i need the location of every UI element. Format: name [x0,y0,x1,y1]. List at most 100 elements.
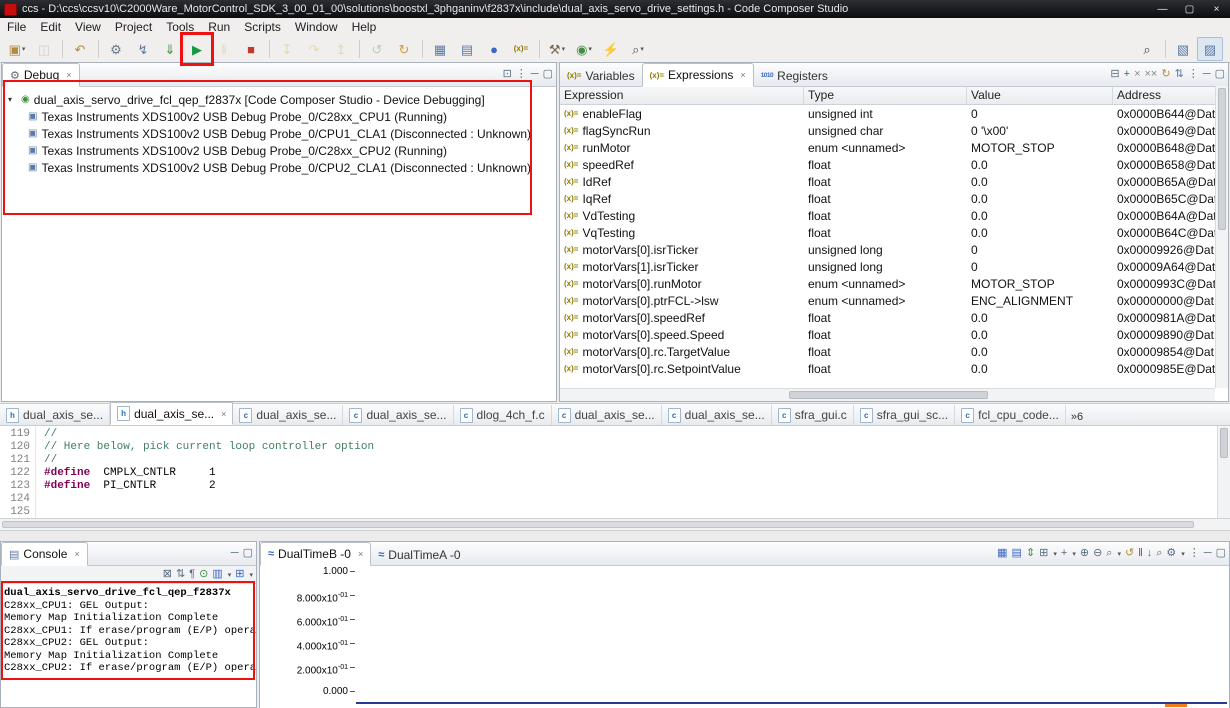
tab-expressions[interactable]: (x)= Expressions × [641,63,754,87]
editor-tab-fcl-cpu-code[interactable]: c fcl_cpu_code... [955,405,1066,425]
registers-button[interactable]: ▤ [454,37,480,61]
dropdown-caret-icon[interactable]: ▾ [1181,550,1185,558]
open-console-icon[interactable]: ⊞ [235,569,244,580]
word-wrap-icon[interactable]: ¶ [189,569,195,580]
tab-dualtimea-0[interactable]: ≈ DualTimeA -0 [371,544,467,565]
watch-button[interactable]: (x)= [508,37,534,61]
debug-tree-node[interactable]: ▣ Texas Instruments XDS100v2 USB Debug Pr… [2,142,556,159]
show-type-names-icon[interactable]: ⊟ [1110,69,1119,80]
resume-button[interactable]: ▶ [184,37,210,61]
scrollbar-thumb[interactable] [1220,428,1228,458]
editor-tab-dual-axis-se[interactable]: h dual_axis_se... × [110,402,234,425]
expression-row[interactable]: (x)= IdRef float 0.0 0x0000B65A@Dat [560,173,1228,190]
minimize-icon[interactable]: ─ [531,69,539,80]
close-icon[interactable]: × [740,70,745,80]
close-icon[interactable]: × [358,549,363,559]
breakpoints-button[interactable]: ● [481,37,507,61]
display-selected-console-icon[interactable]: ▥ [212,569,222,580]
undo-button[interactable]: ↶ [67,37,93,61]
dropdown-caret-icon[interactable]: ▾ [1053,550,1057,558]
expression-row[interactable]: (x)= speedRef float 0.0 0x0000B658@Dat [560,156,1228,173]
clear-console-icon[interactable]: ⊠ [163,569,172,580]
dropdown-caret-icon[interactable]: ▾ [1117,550,1121,558]
view-menu-icon[interactable]: ⋮ [516,69,527,80]
menu-edit[interactable]: Edit [33,20,68,34]
terminate-button[interactable]: ■ [238,37,264,61]
new-button[interactable]: ▣ ▾ [4,37,30,61]
column-header-expression[interactable]: Expression [560,87,804,104]
expression-row[interactable]: (x)= VqTesting float 0.0 0x0000B64C@Dat [560,224,1228,241]
debug-button[interactable]: ◉ ▾ [571,37,597,61]
zoom-in-icon[interactable]: ⊕ [1080,548,1089,559]
graph-properties-icon[interactable]: ⚙ [1166,548,1176,559]
menu-project[interactable]: Project [108,20,159,34]
connect-button[interactable]: ↯ [130,37,156,61]
editor-tab-dual-axis-se[interactable]: h dual_axis_se... [0,405,111,425]
dropdown-caret-icon[interactable]: ▾ [228,571,232,579]
maximize-icon[interactable]: ▢ [243,548,253,559]
expression-row[interactable]: (x)= motorVars[0].rc.TargetValue float 0.0 0… [560,343,1228,360]
target-config-button[interactable]: ⚙ [103,37,129,61]
scrollbar-thumb[interactable] [1218,88,1226,230]
edit-perspective-button[interactable]: ▧ [1170,37,1196,61]
dropdown-caret-icon[interactable]: ▾ [588,45,592,53]
expression-row[interactable]: (x)= motorVars[1].isrTicker unsigned long 0… [560,258,1228,275]
editor-tab-sfra-gui-c[interactable]: c sfra_gui.c [772,405,854,425]
remove-expression-icon[interactable]: × [1134,69,1140,80]
pin-view-icon[interactable]: ⊡ [503,69,512,80]
editor-tab-dual-axis-se[interactable]: c dual_axis_se... [662,405,772,425]
expression-row[interactable]: (x)= motorVars[0].rc.SetpointValue float 0.… [560,360,1228,377]
view-menu-icon[interactable]: ⋮ [1189,548,1200,559]
export-data-icon[interactable]: ↓ [1147,548,1153,559]
pin-console-icon[interactable]: ⊙ [199,569,208,580]
column-header-value[interactable]: Value [967,87,1113,104]
maximize-icon[interactable]: ▢ [543,69,553,80]
freeze-icon[interactable]: ‖ [1138,548,1143,559]
expression-row[interactable]: (x)= motorVars[0].isrTicker unsigned long 0… [560,241,1228,258]
zoom-mode-icon[interactable]: ⌕ [1106,548,1112,559]
maximize-icon[interactable]: ▢ [1215,69,1225,80]
editor-tab-dlog-4ch-f-c[interactable]: c dlog_4ch_f.c [454,405,552,425]
maximize-window-button[interactable]: ▢ [1176,0,1203,18]
menu-window[interactable]: Window [288,20,345,34]
tab-variables[interactable]: (x)= Variables [560,65,642,86]
editor-tab-dual-axis-se[interactable]: c dual_axis_se... [233,405,344,425]
close-icon[interactable]: × [74,549,79,559]
highlight-tool-button[interactable]: ⌕ ▾ [625,37,651,61]
editor-tab-dual-axis-se[interactable]: c dual_axis_se... [552,405,662,425]
cursor-icon[interactable]: + [1061,548,1067,559]
refresh-button[interactable]: ↻ [391,37,417,61]
axis-settings-icon[interactable]: ⊞ [1039,548,1048,559]
debug-tree-node[interactable]: ▣ Texas Instruments XDS100v2 USB Debug Pr… [2,108,556,125]
magnitude-phase-icon[interactable]: ▤ [1012,548,1022,559]
graph-plot-area[interactable]: 1.000 8.000x10-01 6.000x10-01 4.000x10-01 2.… [260,566,1229,708]
menu-help[interactable]: Help [345,20,384,34]
dropdown-caret-icon[interactable]: ▾ [640,45,644,53]
menu-view[interactable]: View [68,20,108,34]
code-editor[interactable]: 119 120 121 122 123 124 125 //// Here below, p… [0,426,1230,518]
build-button[interactable]: ⚒ ▾ [544,37,570,61]
scrollbar-thumb[interactable] [789,391,988,399]
view-menu-icon[interactable]: ⋮ [1188,69,1199,80]
remove-all-expressions-icon[interactable]: ×× [1145,69,1158,80]
close-icon[interactable]: × [221,409,226,419]
refresh-expressions-icon[interactable]: ↻ [1161,69,1170,80]
expand-collapse-icon[interactable]: ▾ [8,95,17,104]
expression-row[interactable]: (x)= motorVars[0].speedRef float 0.0 0x00009… [560,309,1228,326]
menu-file[interactable]: File [0,20,33,34]
menu-run[interactable]: Run [201,20,237,34]
expression-row[interactable]: (x)= motorVars[0].runMotor enum <unnamed> M… [560,275,1228,292]
import-export-icon[interactable]: ⇅ [1175,69,1184,80]
zoom-out-icon[interactable]: ⊖ [1093,548,1102,559]
editor-vertical-scrollbar[interactable] [1217,426,1230,518]
add-expression-icon[interactable]: + [1124,69,1130,80]
editor-tab-sfra-gui-sc[interactable]: c sfra_gui_sc... [854,405,956,425]
scroll-lock-icon[interactable]: ⇅ [176,569,185,580]
expressions-horizontal-scrollbar[interactable] [560,388,1215,401]
debug-tree-node[interactable]: ▣ Texas Instruments XDS100v2 USB Debug Pr… [2,159,556,176]
dropdown-caret-icon[interactable]: ▾ [1072,550,1076,558]
code-content[interactable]: //// Here below, pick current loop contr… [36,426,1230,518]
tab-debug[interactable]: ⚙ Debug × [2,63,80,87]
maximize-icon[interactable]: ▢ [1216,548,1226,559]
minimize-icon[interactable]: ─ [1203,69,1211,80]
